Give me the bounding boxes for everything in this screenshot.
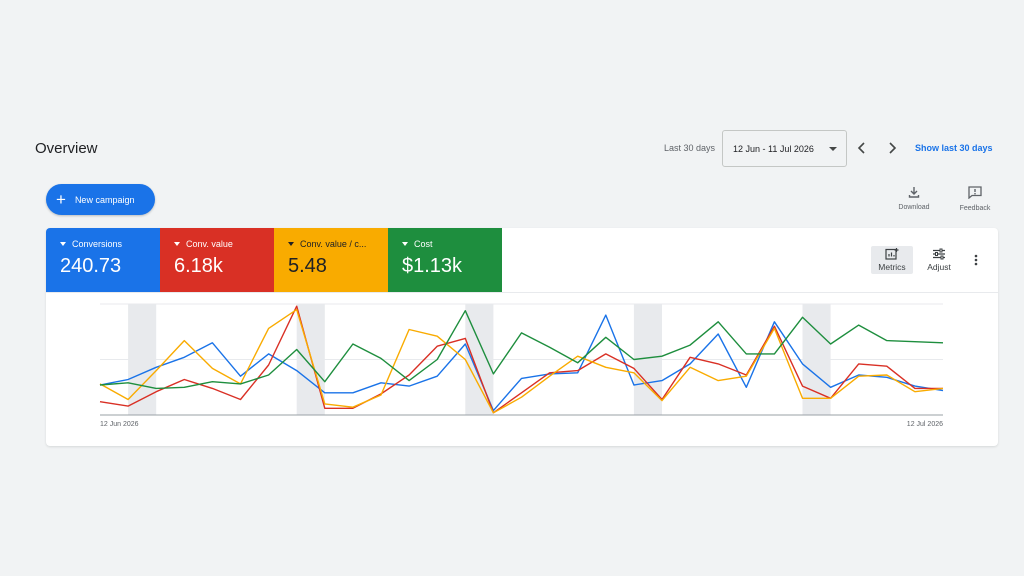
more-vert-icon [974, 254, 978, 266]
feedback-label: Feedback [959, 205, 991, 212]
download-label: Download [898, 204, 930, 211]
metric-tile-conversions[interactable]: Conversions 240.73 [46, 228, 160, 292]
date-range-picker[interactable]: 12 Jun - 11 Jul 2026 [722, 130, 847, 167]
chevron-right-icon [889, 142, 897, 154]
range-label: Last 30 days [664, 143, 716, 153]
add-chart-icon [885, 248, 899, 260]
metrics-button[interactable]: Metrics [871, 246, 913, 274]
overview-page: Overview Last 30 days 12 Jun - 11 Jul 20… [0, 0, 1024, 576]
new-campaign-button[interactable]: + New campaign [46, 184, 155, 215]
metric-value: $1.13k [402, 255, 463, 277]
date-range-value: 12 Jun - 11 Jul 2026 [733, 143, 814, 154]
dropdown-triangle-icon [402, 242, 408, 246]
metric-value: 6.18k [174, 255, 223, 277]
dropdown-triangle-icon [174, 242, 180, 246]
metric-value: 240.73 [60, 255, 122, 277]
new-campaign-label: New campaign [74, 194, 135, 205]
metric-value: 5.48 [288, 255, 327, 277]
metric-tile-cost[interactable]: Cost $1.13k [388, 228, 502, 292]
metric-tile-conv-value-per-cost[interactable]: Conv. value / c... 5.48 [274, 228, 388, 292]
x-axis-end-label: 12 Jul 2026 [907, 421, 943, 428]
dropdown-triangle-icon [288, 242, 294, 246]
x-axis-start-label: 12 Jun 2026 [100, 421, 139, 428]
show-last-30-days-link[interactable]: Show last 30 days [915, 143, 993, 153]
dropdown-triangle-icon [60, 242, 66, 246]
performance-line-chart: 12 Jun 2026 12 Jul 2026 [99, 303, 944, 428]
metric-tiles: Conversions 240.73 Conv. value 6.18k Con… [46, 228, 502, 292]
adjust-label: Adjust [927, 262, 951, 272]
metric-label: Conv. value / c... [300, 239, 367, 249]
page-title: Overview [35, 140, 98, 157]
feedback-icon [968, 186, 982, 199]
metric-label: Conversions [72, 239, 123, 249]
dropdown-caret-icon [829, 147, 837, 151]
download-icon [908, 187, 920, 198]
metrics-label: Metrics [878, 262, 906, 272]
metric-label: Conv. value [186, 239, 233, 249]
download-button[interactable]: Download [892, 186, 936, 211]
plus-icon: + [56, 190, 66, 209]
metric-tile-conv-value[interactable]: Conv. value 6.18k [160, 228, 274, 292]
more-options-button[interactable] [968, 250, 984, 270]
chevron-left-icon [857, 142, 865, 154]
previous-period-button[interactable] [852, 138, 872, 158]
feedback-button[interactable]: Feedback [953, 186, 997, 212]
metric-label: Cost [414, 239, 433, 249]
tune-icon [933, 248, 945, 260]
performance-card: Conversions 240.73 Conv. value 6.18k Con… [46, 228, 998, 446]
next-period-button[interactable] [882, 138, 902, 158]
adjust-button[interactable]: Adjust [918, 246, 960, 274]
